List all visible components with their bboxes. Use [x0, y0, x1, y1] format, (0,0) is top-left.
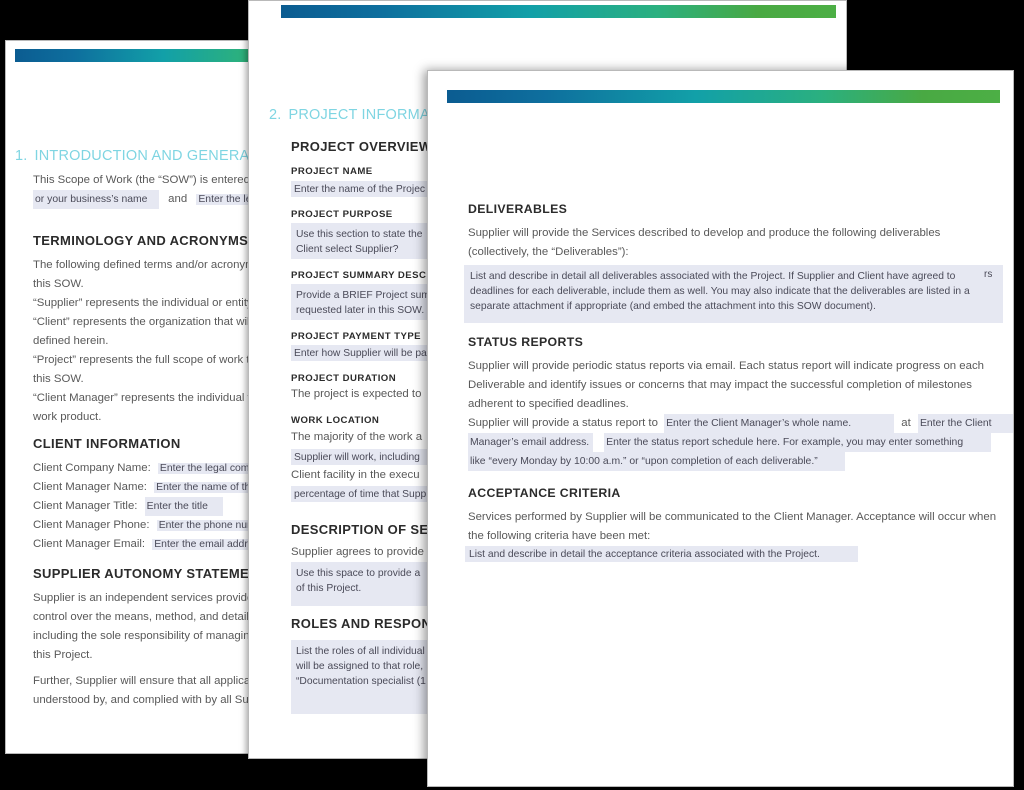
page-3-deliverables-field[interactable]: List and describe in detail all delivera…	[464, 265, 1003, 323]
page-3-deliverables-heading: DELIVERABLES	[468, 202, 568, 216]
page-1-client-row-3: Client Manager Phone: Enter the phone nu…	[33, 516, 259, 535]
page-3-status-reports-body-line-1: Deliverable and identify issues or conce…	[468, 379, 972, 391]
page-1-section-title: 1. INTRODUCTION AND GENERAL INF	[15, 148, 260, 164]
page-1-terminology-line-7: “Client Manager” represents the individu…	[33, 392, 256, 404]
page-1-client-row-1-label: Client Manager Name:	[33, 481, 147, 493]
page-3-status-report-manager-name-field[interactable]: Enter the Client Manager’s whole name.	[664, 414, 895, 433]
page-1-gradient-header-bar	[15, 49, 259, 62]
page-1-terminology-line-3: “Client” represents the organization tha…	[33, 316, 253, 328]
page-1-terminology-line-1: this SOW.	[33, 278, 84, 290]
screenshot-stage: 1. INTRODUCTION AND GENERAL INF This Scop…	[0, 0, 1024, 790]
page-1-terminology-line-4: defined herein.	[33, 335, 109, 347]
page-3-acceptance-criteria-heading: ACCEPTANCE CRITERIA	[468, 486, 621, 500]
page-1-supplier-autonomy-line-2: including the sole responsibility of man…	[33, 630, 256, 642]
page-1-terminology-line-8: work product.	[33, 411, 102, 423]
page-1-terminology-line-2: “Supplier” represents the individual or …	[33, 297, 253, 309]
page-1-section-number: 1.	[15, 148, 28, 164]
page-2-project-purpose-label: PROJECT PURPOSE	[291, 209, 393, 220]
page-1-client-row-1-value[interactable]: Enter the name of the m	[154, 482, 259, 493]
page-3-status-report-recipient-row: Supplier will provide a status report to…	[468, 414, 1013, 433]
page-2-work-location-line-2: Client facility in the execu	[291, 469, 420, 481]
page-3-acceptance-criteria-body-line-0: Services performed by Supplier will be c…	[468, 511, 997, 523]
page-2-project-duration-label: PROJECT DURATION	[291, 373, 397, 384]
page-3-deliverables-edge-fragment: rs	[984, 269, 993, 280]
page-1-client-row-4-value[interactable]: Enter the email address	[152, 539, 259, 550]
page-1-supplier-autonomy-line-3: this Project.	[33, 649, 93, 661]
page-3-gradient-header-bar	[447, 90, 1000, 103]
page-1-client-row-3-value[interactable]: Enter the phone numbe	[156, 520, 259, 531]
page-3-deliverables-body-line-1: (collectively, the “Deliverables”):	[468, 246, 629, 258]
page-1-supplier-autonomy-line-5: understood by, and complied with by all …	[33, 694, 256, 706]
page-1-client-row-0-label: Client Company Name:	[33, 462, 151, 474]
page-3-status-reports-body-line-0: Supplier will provide periodic status re…	[468, 360, 984, 372]
page-3-status-report-run-joiner: at	[901, 417, 911, 429]
page-3-acceptance-criteria-body-line-1: the following criteria have been met:	[468, 530, 651, 542]
page-3-deliverables-body-line-0: Supplier will provide the Services descr…	[468, 227, 941, 239]
page-3-status-reports-heading: STATUS REPORTS	[468, 335, 584, 349]
page-1-terminology-line-0: The following defined terms and/or acron…	[33, 259, 255, 271]
page-1-client-row-2-label: Client Manager Title:	[33, 500, 138, 512]
page-1-client-row-3-label: Client Manager Phone:	[33, 519, 150, 531]
page-2-project-overview-heading: PROJECT OVERVIEW	[291, 139, 432, 154]
document-page-1[interactable]: 1. INTRODUCTION AND GENERAL INF This Scop…	[5, 40, 260, 754]
page-1-supplier-autonomy-line-1: control over the means, method, and deta…	[33, 611, 255, 623]
page-2-project-payment-type-label: PROJECT PAYMENT TYPE	[291, 331, 422, 342]
page-3-status-report-run-prefix: Supplier will provide a status report to	[468, 417, 658, 429]
page-1-client-information-heading: CLIENT INFORMATION	[33, 436, 181, 451]
page-1-client-row-0: Client Company Name: Enter the legal com…	[33, 459, 259, 478]
page-3-status-reports-body-line-2: adherent to specified deadlines.	[468, 398, 629, 410]
page-1-client-row-4-label: Client Manager Email:	[33, 538, 146, 550]
page-1-intro-field-1[interactable]: or your business’s name	[33, 190, 159, 209]
page-3-status-report-manager-email-field-part2[interactable]: Manager’s email address.	[468, 433, 593, 452]
page-1-client-row-2-value[interactable]: Enter the title	[144, 497, 223, 516]
page-2-work-location-label: WORK LOCATION	[291, 415, 380, 426]
page-3-status-report-manager-email-field-part1[interactable]: Enter the Client	[917, 414, 1013, 433]
page-1-terminology-heading: TERMINOLOGY AND ACRONYMS	[33, 233, 249, 248]
page-1-supplier-autonomy-heading: SUPPLIER AUTONOMY STATEMENT	[33, 566, 260, 581]
page-1-client-row-1: Client Manager Name: Enter the name of t…	[33, 478, 259, 497]
page-2-project-duration-text: The project is expected to	[291, 388, 422, 400]
page-1-section-title-text: INTRODUCTION AND GENERAL INF	[34, 148, 260, 164]
page-3-status-report-schedule-row: like “every Monday by 10:00 a.m.” or “up…	[468, 452, 845, 471]
page-2-description-of-services-heading: DESCRIPTION OF SERV	[291, 522, 447, 537]
document-page-3[interactable]: DELIVERABLES Supplier will provide the S…	[427, 70, 1014, 787]
page-1-supplier-autonomy-line-4: Further, Supplier will ensure that all a…	[33, 675, 257, 687]
page-1-intro-joiner: and	[168, 193, 188, 205]
page-2-description-of-services-body: Supplier agrees to provide	[291, 546, 424, 558]
page-3-deliverables-field-line-1: deadlines for each deliverable, include …	[470, 286, 970, 297]
page-2-section-number: 2.	[269, 107, 282, 123]
page-2-section-title: 2. PROJECT INFORMAT	[269, 107, 438, 123]
page-3-status-report-email-row: Manager’s email address. Enter the statu…	[468, 433, 992, 452]
page-3-status-report-schedule-field-line2[interactable]: like “every Monday by 10:00 a.m.” or “up…	[468, 452, 845, 471]
page-2-gradient-header-bar	[281, 5, 836, 18]
page-1-supplier-autonomy-line-0: Supplier is an independent services prov…	[33, 592, 254, 604]
page-1-intro-field-row: or your business’s name and Enter the le…	[33, 190, 259, 209]
page-1-terminology-line-5: “Project” represents the full scope of w…	[33, 354, 256, 366]
page-3-deliverables-field-line-0: List and describe in detail all delivera…	[470, 271, 956, 282]
page-2-work-location-line-0: The majority of the work a	[291, 431, 423, 443]
page-3-status-report-schedule-field-line1[interactable]: Enter the status report schedule here. F…	[604, 433, 992, 452]
page-2-project-summary-label: PROJECT SUMMARY DESCRI	[291, 270, 437, 281]
page-3-acceptance-criteria-field[interactable]: List and describe in detail the acceptan…	[465, 546, 858, 562]
page-1-client-row-2: Client Manager Title: Enter the title	[33, 497, 223, 516]
page-1-intro-line: This Scope of Work (the “SOW”) is entere…	[33, 174, 260, 186]
page-2-project-name-label: PROJECT NAME	[291, 166, 373, 177]
page-1-client-row-4: Client Manager Email: Enter the email ad…	[33, 535, 259, 554]
page-2-roles-and-responsibilities-heading: ROLES AND RESPONS	[291, 616, 441, 631]
page-1-terminology-line-6: this SOW.	[33, 373, 84, 385]
page-3-deliverables-field-line-2: separate attachment if appropriate (and …	[470, 301, 876, 312]
page-2-section-title-text: PROJECT INFORMAT	[288, 107, 438, 123]
page-1-client-row-0-value[interactable]: Enter the legal compan	[157, 463, 259, 474]
